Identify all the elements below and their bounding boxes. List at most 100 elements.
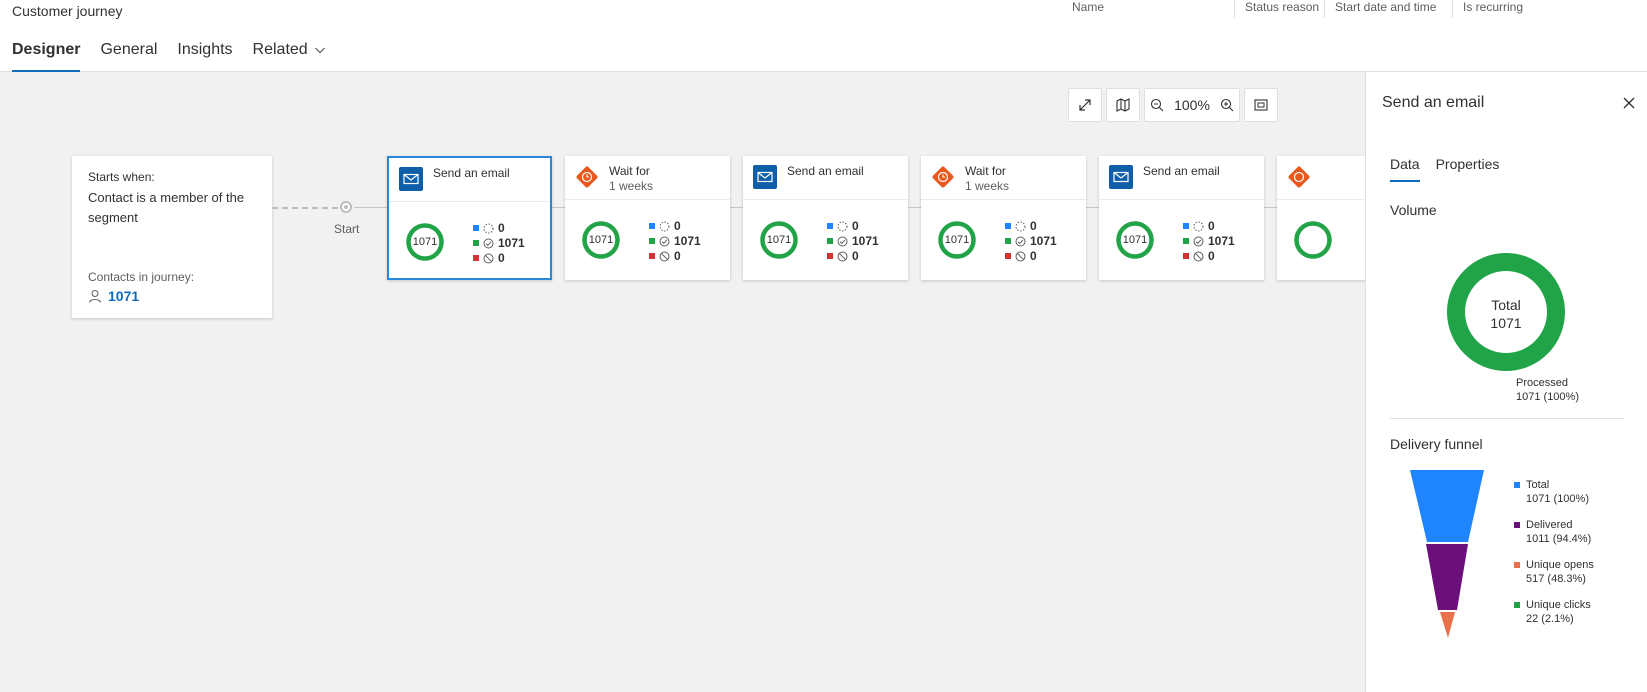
tile-title: Wait for	[965, 164, 1006, 178]
stat-processed-value: 1071	[1030, 234, 1057, 248]
tab-insights[interactable]: Insights	[177, 40, 232, 72]
volume-title: Volume	[1390, 202, 1437, 218]
fit-screen-icon	[1254, 99, 1268, 111]
stat-blocked: 0	[1005, 249, 1037, 263]
tile-send-email-1[interactable]: Send an email 1071 0 1071 0	[387, 156, 552, 280]
tab-data[interactable]: Data	[1390, 156, 1420, 182]
tile-body: 1071 0 1071 0	[389, 202, 550, 282]
pending-icon	[659, 221, 670, 231]
tile-send-email-2[interactable]: Send an email 1071 0 1071 0	[743, 156, 908, 280]
tab-related[interactable]: Related	[253, 40, 326, 72]
legend-square	[1514, 562, 1520, 568]
stat-pending: 0	[473, 221, 505, 235]
email-icon	[399, 167, 423, 191]
header-column-is-recurring: Is recurring	[1452, 0, 1523, 18]
stat-blocked: 0	[827, 249, 859, 263]
check-icon	[1193, 236, 1204, 246]
zoom-level: 100%	[1174, 97, 1210, 113]
tile-send-email-3[interactable]: Send an email 1071 0 1071 0	[1099, 156, 1264, 280]
legend-square	[1183, 223, 1189, 229]
divider	[1390, 418, 1624, 419]
processed-label: Processed	[1516, 377, 1568, 389]
connector	[354, 207, 388, 208]
funnel-total-value: 1071 (100%)	[1526, 493, 1589, 505]
trigger-card[interactable]: Starts when: Contact is a member of the …	[72, 156, 272, 318]
expand-icon	[1079, 99, 1091, 111]
tile-title: Wait for	[609, 164, 650, 178]
tile-body	[1277, 200, 1365, 280]
tab-designer[interactable]: Designer	[12, 40, 81, 72]
blocked-icon	[837, 251, 848, 261]
expand-button[interactable]	[1068, 88, 1102, 122]
stat-pending: 0	[1005, 219, 1037, 233]
funnel-clicks-label: Unique clicks	[1526, 599, 1591, 611]
zoom-control: 100%	[1144, 88, 1240, 122]
timer-icon	[1288, 166, 1310, 188]
stat-blocked: 0	[649, 249, 681, 263]
legend-square	[1514, 602, 1520, 608]
blocked-icon	[1193, 251, 1204, 261]
stat-processed-value: 1071	[852, 234, 879, 248]
header-column-name: Name	[1072, 0, 1105, 14]
stat-pending-value: 0	[852, 219, 859, 233]
tile-subtitle: 1 weeks	[965, 179, 1010, 193]
close-icon[interactable]	[1622, 96, 1636, 110]
legend-square	[473, 255, 479, 261]
tab-insights-label: Insights	[177, 41, 233, 58]
stat-pending-value: 0	[674, 219, 681, 233]
journey-canvas[interactable]: 100% Starts when: Contact is a member of…	[0, 72, 1365, 692]
stat-processed: 1071	[827, 234, 879, 248]
ring-value: 1071	[1122, 234, 1148, 246]
stat-blocked-value: 0	[498, 251, 505, 265]
funnel-opens-value: 517 (48.3%)	[1526, 573, 1586, 585]
donut-total-value: 1071	[1490, 315, 1522, 331]
funnel-delivered-label: Delivered	[1526, 519, 1573, 531]
zoom-out-icon[interactable]	[1150, 98, 1164, 112]
blocked-icon	[1015, 251, 1026, 261]
tab-general[interactable]: General	[100, 40, 157, 72]
tile-title: Send an email	[787, 164, 864, 178]
map-icon	[1116, 98, 1130, 112]
tab-general-label: General	[100, 41, 158, 58]
stat-pending-value: 0	[498, 221, 505, 235]
fit-to-screen-button[interactable]	[1244, 88, 1278, 122]
funnel-delivered-segment	[1426, 544, 1468, 610]
minimap-button[interactable]	[1106, 88, 1140, 122]
funnel-legend-opens: Unique opens 517 (48.3%)	[1514, 558, 1594, 586]
ring-value: 1071	[944, 234, 970, 246]
contacts-in-journey-label: Contacts in journey:	[88, 270, 195, 284]
tile-partial[interactable]	[1277, 156, 1365, 280]
legend-square	[1514, 522, 1520, 528]
funnel-clicks-value: 22 (2.1%)	[1526, 613, 1574, 625]
contacts-count[interactable]: 1071	[88, 288, 139, 304]
tile-header: Send an email	[1099, 156, 1264, 200]
tile-subtitle: 1 weeks	[609, 179, 654, 193]
tile-header	[1277, 156, 1365, 200]
panel-title: Send an email	[1382, 94, 1485, 111]
chevron-down-icon	[314, 47, 325, 54]
legend-square	[1005, 223, 1011, 229]
legend-square	[649, 223, 655, 229]
check-icon	[483, 238, 494, 248]
stat-processed: 1071	[1005, 234, 1057, 248]
pending-icon	[837, 221, 848, 231]
check-icon	[659, 236, 670, 246]
funnel-total-label: Total	[1526, 479, 1550, 491]
tile-wait-2[interactable]: Wait for 1 weeks 1071 0 1071 0	[921, 156, 1086, 280]
tab-properties[interactable]: Properties	[1436, 156, 1500, 182]
tile-body: 1071 0 1071 0	[1099, 200, 1264, 280]
stat-blocked: 0	[473, 251, 505, 265]
tile-title: Send an email	[1143, 164, 1220, 178]
email-icon	[1109, 165, 1133, 189]
donut-total-label: Total	[1491, 297, 1521, 313]
processed-legend: Processed 1071 (100%)	[1516, 376, 1579, 404]
zoom-in-icon[interactable]	[1220, 98, 1234, 112]
stat-pending: 0	[827, 219, 859, 233]
tile-wait-1[interactable]: Wait for 1 weeks 1071 0 1071 0	[565, 156, 730, 280]
check-icon	[837, 236, 848, 246]
tab-designer-label: Designer	[12, 41, 81, 58]
stat-processed: 1071	[649, 234, 701, 248]
page-header: Customer journey Name Status reason Star…	[0, 0, 1647, 72]
person-icon	[89, 290, 101, 303]
main-tabs: Designer General Insights Related	[12, 40, 346, 72]
